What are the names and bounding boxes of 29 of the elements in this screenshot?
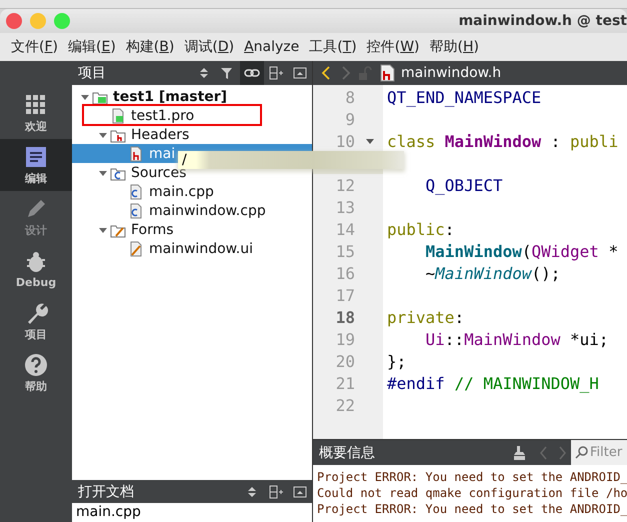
code-line: ~MainWindow(); (424, 264, 560, 282)
line-number: 12 (336, 176, 355, 194)
line-number: 10 (336, 132, 355, 150)
line-number: 14 (336, 220, 355, 238)
code-line: class MainWindow : publi (387, 132, 618, 150)
line-number: 20 (336, 352, 355, 370)
window-title: mainwindow.h @ test (458, 13, 627, 29)
line-number: 8 (345, 88, 355, 106)
line-number: 21 (336, 374, 355, 392)
code-line: }; (387, 352, 406, 370)
code-line: #endif // MAINWINDOW_H (387, 374, 599, 392)
line-number: 15 (336, 242, 355, 260)
code-line: MainWindow(QWidget * (424, 242, 618, 260)
panel-title: 项目 (78, 64, 107, 82)
code-line: public: (387, 220, 454, 238)
tooltip-text: / (182, 152, 188, 168)
line-number: 18 (336, 308, 355, 326)
line-number: 22 (336, 396, 355, 414)
panel-title: 打开文档 (78, 482, 135, 500)
line-number: 13 (336, 198, 355, 216)
code-line: Q_OBJECT (424, 176, 503, 194)
line-number: 16 (336, 264, 355, 282)
line-number: 19 (336, 330, 355, 348)
panel-title: 概要信息 (318, 444, 376, 462)
line-number: 9 (345, 110, 355, 128)
line-number: 17 (336, 286, 355, 304)
code-line: QT_END_NAMESPACE (387, 88, 542, 106)
code-line: Ui::MainWindow *ui; (424, 330, 609, 348)
code-line: private: (387, 308, 464, 326)
